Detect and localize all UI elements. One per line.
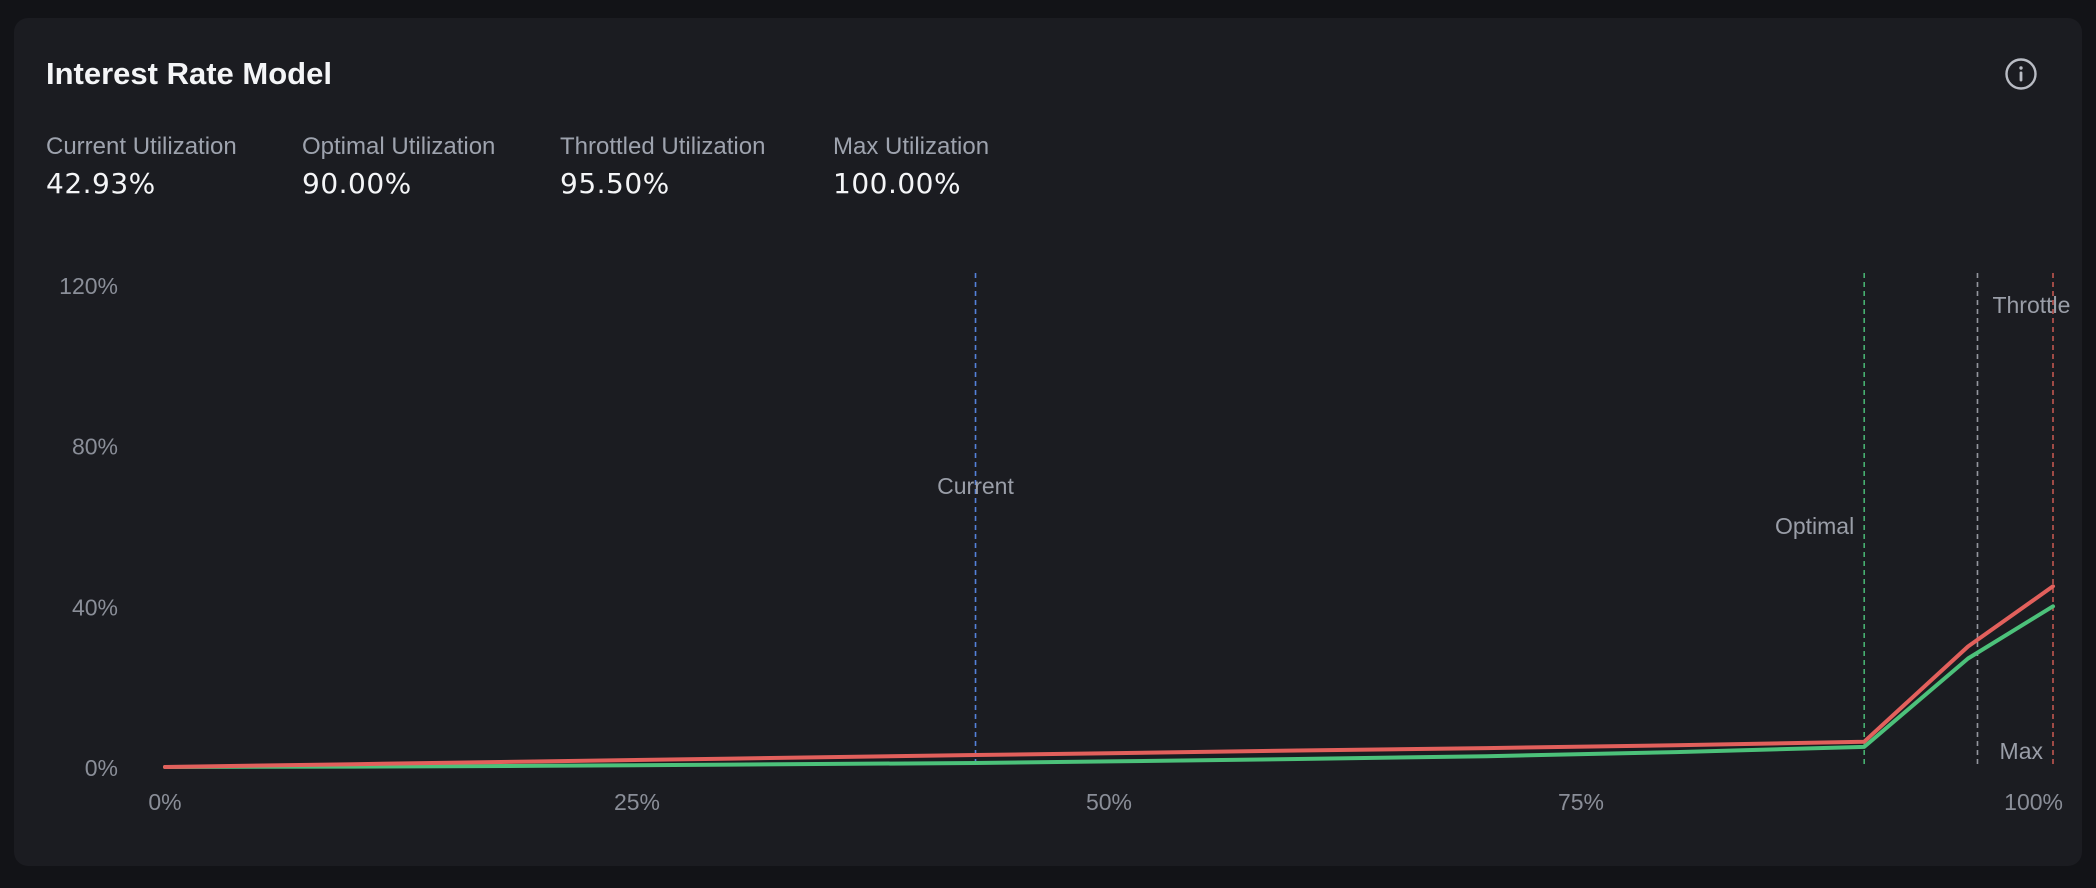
x-tick-label: 100% [2004, 789, 2063, 815]
max-marker-label: Max [2000, 738, 2044, 764]
current-marker-label: Current [937, 473, 1014, 499]
borrow-rate-line [163, 584, 2055, 769]
optimal-marker-label: Optimal [1775, 513, 1854, 539]
throttle-marker-label: Throttle [1992, 292, 2070, 318]
x-tick-label: 0% [148, 789, 181, 815]
interest-rate-chart: 0% 40% 80% 120% 0% 25% 50% 75% 100% Current Optima… [59, 273, 2070, 815]
x-tick-label: 50% [1086, 789, 1132, 815]
x-tick-label: 25% [614, 789, 660, 815]
x-tick-label: 75% [1558, 789, 1604, 815]
y-tick-label: 120% [59, 273, 118, 299]
y-tick-label: 0% [85, 755, 118, 781]
interest-rate-model-card: Interest Rate Model Current Utilization … [14, 18, 2082, 866]
y-tick-label: 40% [72, 594, 118, 620]
y-tick-label: 80% [72, 434, 118, 460]
